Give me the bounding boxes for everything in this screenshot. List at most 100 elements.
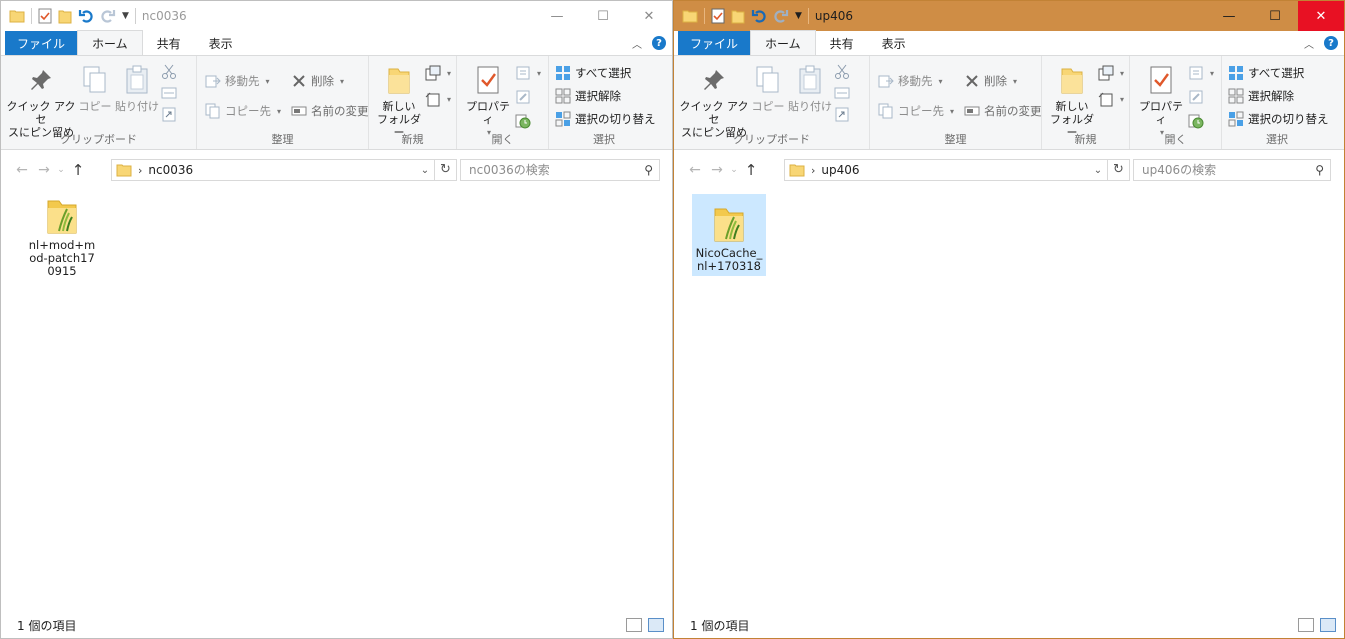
address-bar[interactable]: › up406 ⌄ ↻: [784, 159, 1130, 181]
forward-arrow-icon[interactable]: →: [33, 159, 55, 181]
new-item-button[interactable]: ▾: [1098, 64, 1124, 82]
select-all-label: すべて選択: [1248, 66, 1305, 80]
up-arrow-icon[interactable]: ↑: [67, 159, 89, 181]
back-arrow-icon[interactable]: ←: [11, 159, 33, 181]
copy-path-icon[interactable]: [161, 86, 177, 100]
scissors-icon[interactable]: [161, 64, 177, 80]
paste-shortcut-icon[interactable]: [834, 106, 850, 122]
tab-file[interactable]: ファイル: [5, 31, 78, 55]
tab-home[interactable]: ホーム: [750, 30, 816, 55]
move-to-button[interactable]: 移動先 ▾: [878, 72, 954, 90]
new-folder-icon[interactable]: [731, 8, 745, 24]
new-item-button[interactable]: ▾: [425, 64, 451, 82]
delete-button[interactable]: 削除 ▾: [964, 72, 1042, 90]
tab-view[interactable]: 表示: [195, 31, 247, 55]
properties-check-icon[interactable]: [711, 8, 725, 24]
select-all-button[interactable]: すべて選択: [555, 64, 656, 82]
ribbon-collapse-chevron-icon[interactable]: ︿: [632, 36, 642, 51]
details-view-icon[interactable]: [626, 618, 642, 632]
ribbon-group-select: すべて選択 選択解除 選択の切り替え 選択: [1222, 56, 1332, 149]
forward-arrow-icon[interactable]: →: [706, 159, 728, 181]
history-button[interactable]: [1188, 112, 1214, 130]
copy-to-button[interactable]: コピー先 ▾: [878, 102, 954, 120]
redo-icon[interactable]: [773, 8, 789, 24]
close-button[interactable]: ✕: [626, 1, 672, 31]
redo-icon[interactable]: [100, 8, 116, 24]
tab-share[interactable]: 共有: [816, 31, 868, 55]
close-button[interactable]: ✕: [1298, 1, 1344, 31]
recent-locations-dropdown-icon[interactable]: ⌄: [55, 159, 67, 181]
search-box[interactable]: ⚲: [1133, 159, 1331, 181]
delete-button[interactable]: 削除 ▾: [291, 72, 369, 90]
minimize-button[interactable]: —: [534, 1, 580, 31]
title-bar[interactable]: ▼ up406 — ☐ ✕: [674, 1, 1344, 31]
details-view-icon[interactable]: [1298, 618, 1314, 632]
tab-home[interactable]: ホーム: [77, 30, 143, 55]
open-button[interactable]: ▾: [1188, 64, 1214, 82]
large-icons-view-icon[interactable]: [1320, 618, 1336, 632]
easy-access-dropdown-icon: ▾: [1120, 94, 1125, 104]
rename-button[interactable]: 名前の変更: [964, 102, 1042, 120]
select-none-button[interactable]: 選択解除: [1228, 87, 1329, 105]
back-arrow-icon[interactable]: ←: [684, 159, 706, 181]
maximize-button[interactable]: ☐: [1252, 1, 1298, 31]
copy-to-button[interactable]: コピー先 ▾: [205, 102, 281, 120]
copy-path-icon[interactable]: [834, 86, 850, 100]
move-to-button[interactable]: 移動先 ▾: [205, 72, 281, 90]
help-icon[interactable]: ?: [1324, 36, 1338, 50]
tab-share[interactable]: 共有: [143, 31, 195, 55]
file-name: nl+mod+mod-patch170915: [28, 238, 96, 278]
rename-button[interactable]: 名前の変更: [291, 102, 369, 120]
file-item[interactable]: nl+mod+mod-patch170915: [25, 187, 99, 278]
refresh-icon[interactable]: ↻: [434, 160, 456, 180]
large-icons-view-icon[interactable]: [648, 618, 664, 632]
paste-shortcut-icon[interactable]: [161, 106, 177, 122]
file-item[interactable]: NicoCache_nl+170318: [692, 194, 766, 276]
edit-button[interactable]: [515, 88, 541, 106]
ribbon-collapse-chevron-icon[interactable]: ︿: [1304, 36, 1314, 51]
address-path[interactable]: up406: [821, 163, 859, 177]
open-button[interactable]: ▾: [515, 64, 541, 82]
tab-view[interactable]: 表示: [868, 31, 920, 55]
ribbon-group-open: プロパティ ▾ ▾ 開く: [1130, 56, 1222, 149]
invert-selection-button[interactable]: 選択の切り替え: [1228, 110, 1329, 128]
status-bar: 1 個の項目: [674, 612, 1344, 638]
easy-access-button[interactable]: ▾: [425, 90, 451, 108]
pin-label-line1: クイック アクセ: [6, 100, 76, 126]
search-input[interactable]: [469, 163, 629, 177]
undo-icon[interactable]: [751, 8, 767, 24]
up-arrow-icon[interactable]: ↑: [740, 159, 762, 181]
file-list[interactable]: nl+mod+mod-patch170915: [1, 187, 672, 612]
minimize-button[interactable]: —: [1206, 1, 1252, 31]
qat-customize-dropdown-icon[interactable]: ▼: [795, 11, 802, 21]
select-all-button[interactable]: すべて選択: [1228, 64, 1329, 82]
search-icon[interactable]: ⚲: [1315, 163, 1324, 177]
address-path[interactable]: nc0036: [148, 163, 193, 177]
address-bar[interactable]: › nc0036 ⌄ ↻: [111, 159, 457, 181]
easy-access-button[interactable]: ▾: [1098, 90, 1124, 108]
breadcrumb-separator-icon[interactable]: ›: [811, 164, 815, 177]
scissors-icon[interactable]: [834, 64, 850, 80]
help-icon[interactable]: ?: [652, 36, 666, 50]
undo-icon[interactable]: [78, 8, 94, 24]
edit-button[interactable]: [1188, 88, 1214, 106]
qat-customize-dropdown-icon[interactable]: ▼: [122, 11, 129, 21]
file-list[interactable]: NicoCache_nl+170318: [674, 187, 1344, 612]
search-input[interactable]: [1142, 163, 1302, 177]
address-dropdown-icon[interactable]: ⌄: [416, 165, 434, 176]
select-none-button[interactable]: 選択解除: [555, 87, 656, 105]
title-bar[interactable]: ▼ nc0036 — ☐ ✕: [1, 1, 672, 31]
search-box[interactable]: ⚲: [460, 159, 660, 181]
tab-file[interactable]: ファイル: [678, 31, 751, 55]
breadcrumb-separator-icon[interactable]: ›: [138, 164, 142, 177]
invert-selection-button[interactable]: 選択の切り替え: [555, 110, 656, 128]
history-button[interactable]: [515, 112, 541, 130]
recent-locations-dropdown-icon[interactable]: ⌄: [728, 159, 740, 181]
new-folder-icon[interactable]: [58, 8, 72, 24]
minimize-icon: —: [550, 8, 564, 24]
address-dropdown-icon[interactable]: ⌄: [1089, 165, 1107, 176]
refresh-icon[interactable]: ↻: [1107, 160, 1129, 180]
properties-check-icon[interactable]: [38, 8, 52, 24]
maximize-button[interactable]: ☐: [580, 1, 626, 31]
search-icon[interactable]: ⚲: [644, 163, 653, 177]
